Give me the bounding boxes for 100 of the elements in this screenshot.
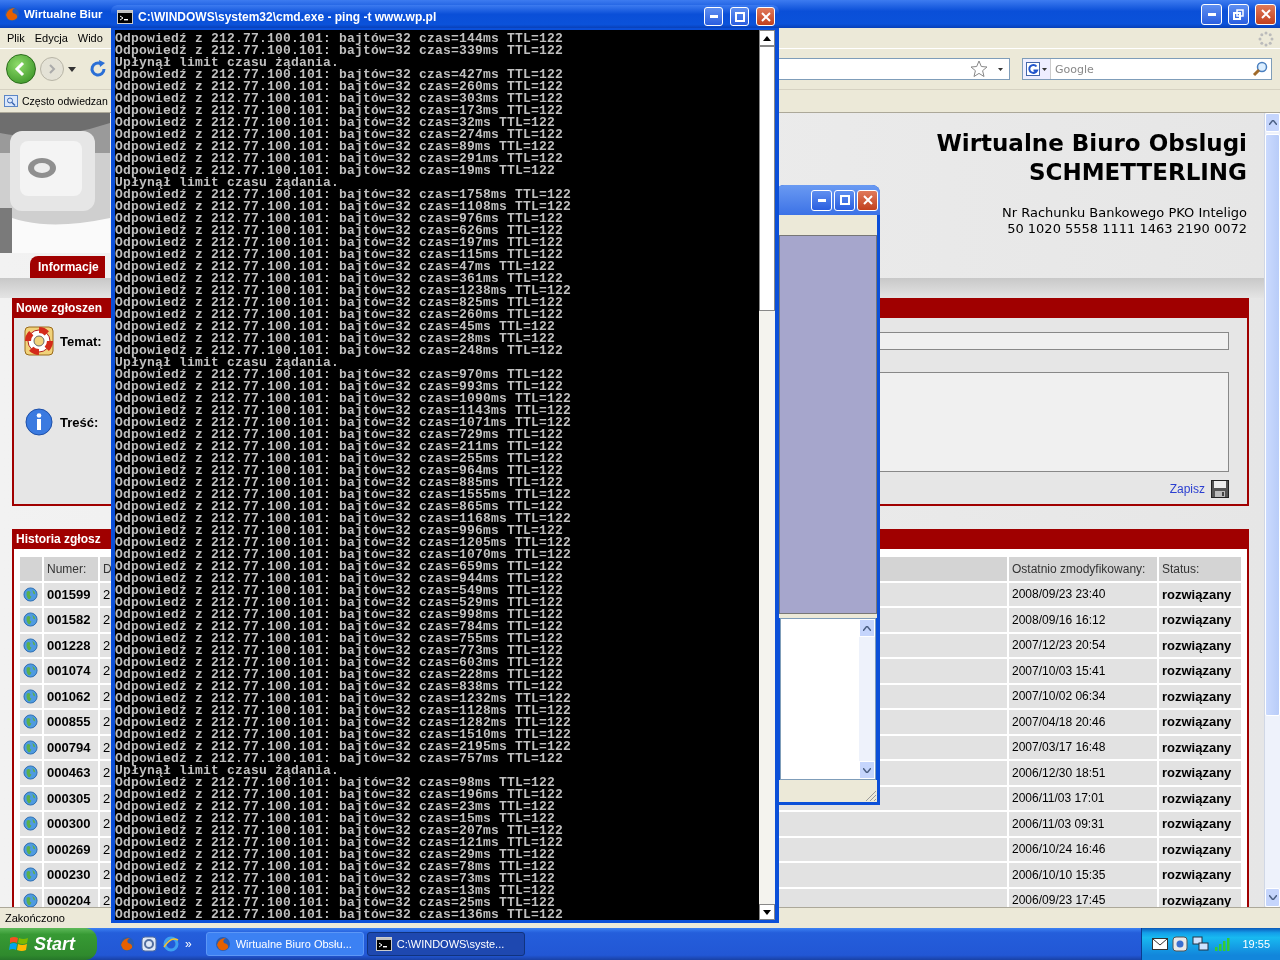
taskbar-button[interactable]: C:\WINDOWS\syste...	[366, 932, 525, 956]
globe-icon	[23, 892, 38, 907]
minimize-button[interactable]	[811, 189, 832, 211]
table-cell: 2006/11/03 09:31	[1009, 812, 1157, 836]
console-line: Odpowiedź z 212.77.100.101: bajtów=32 czas=144ms TTL=122	[115, 33, 565, 45]
console-line: Upłynął limit czasu żądania.	[115, 177, 340, 189]
reload-icon[interactable]	[88, 59, 108, 79]
close-icon	[760, 11, 771, 22]
table-cell: 000855	[44, 710, 98, 734]
console-line: Upłynął limit czasu żądania.	[115, 57, 340, 69]
maximize-button[interactable]	[1228, 3, 1249, 25]
tab[interactable]: Informacje	[30, 256, 105, 278]
dropdown-arrow-icon[interactable]	[1042, 67, 1047, 71]
table-cell: 2006/12/30 18:51	[1009, 761, 1157, 785]
site-subtitle: SCHMETTERLING	[1029, 158, 1247, 187]
search-field[interactable]: Google	[1051, 61, 1252, 77]
back-button[interactable]	[6, 54, 36, 84]
menu-item[interactable]: Edycja	[34, 32, 68, 44]
tray-app-icon[interactable]	[1172, 936, 1189, 952]
star-icon[interactable]	[970, 60, 988, 78]
status-text: Zakończono	[5, 912, 65, 924]
windows-flag-icon	[9, 935, 29, 953]
address-field[interactable]	[776, 58, 1010, 80]
dropdown-arrow-icon[interactable]	[68, 66, 76, 72]
close-button[interactable]	[1255, 3, 1276, 25]
browser-icon[interactable]	[163, 936, 179, 952]
maximize-icon	[734, 11, 745, 22]
close-button[interactable]	[857, 189, 878, 211]
maximize-button[interactable]	[834, 189, 855, 211]
start-button[interactable]: Start	[0, 928, 97, 960]
text-area[interactable]	[879, 372, 1229, 472]
column-header: Numer:	[44, 557, 98, 581]
network-icon[interactable]	[1192, 936, 1211, 952]
menu-item[interactable]: Plik	[7, 32, 25, 44]
table-cell: 2008/09/16 16:12	[1009, 608, 1157, 632]
console-line: Odpowiedź z 212.77.100.101: bajtów=32 czas=13ms TTL=122	[115, 885, 557, 897]
console-line: Odpowiedź z 212.77.100.101: bajtów=32 czas=865ms TTL=122	[115, 501, 564, 513]
table-cell: 2007/03/17 16:48	[1009, 735, 1157, 759]
console-line: Odpowiedź z 212.77.100.101: bajtów=32 czas=1168ms TTL=122	[115, 513, 573, 525]
console-icon	[375, 937, 392, 951]
console-line: Odpowiedź z 212.77.100.101: bajtów=32 czas=427ms TTL=122	[115, 69, 565, 81]
minimize-icon	[709, 15, 718, 18]
console-line: Odpowiedź z 212.77.100.101: bajtów=32 czas=626ms TTL=122	[115, 225, 565, 237]
console-line: Odpowiedź z 212.77.100.101: bajtów=32 czas=136ms TTL=122	[115, 909, 565, 920]
minimize-icon	[1207, 12, 1216, 16]
scroll-arrow-button[interactable]	[759, 30, 775, 46]
resize-grip-icon[interactable]	[865, 790, 877, 802]
console-line: Odpowiedź z 212.77.100.101: bajtów=32 czas=28ms TTL=122	[115, 333, 556, 345]
console-line: Odpowiedź z 212.77.100.101: bajtów=32 czas=248ms TTL=122	[115, 345, 565, 357]
taskbar-button[interactable]: Wirtualne Biuro Obsłu...	[205, 932, 364, 956]
table-cell: 000305	[44, 786, 98, 810]
table-cell: 000794	[44, 735, 98, 759]
lifebuoy-icon	[24, 326, 54, 356]
search-icon[interactable]	[1252, 61, 1268, 77]
console-line: Odpowiedź z 212.77.100.101: bajtów=32 czas=211ms TTL=122	[115, 441, 565, 453]
console-line: Odpowiedź z 212.77.100.101: bajtów=32 czas=45ms TTL=122	[115, 321, 557, 333]
fox-globe-icon	[4, 6, 20, 22]
console-line: Odpowiedź z 212.77.100.101: bajtów=32 czas=1238ms TTL=122	[115, 285, 573, 297]
dropdown-arrow-icon[interactable]	[998, 67, 1003, 71]
field-label: Temat:	[60, 333, 102, 349]
console-line: Odpowiedź z 212.77.100.101: bajtów=32 czas=1108ms TTL=122	[115, 201, 573, 213]
window-title: C:\WINDOWS\system32\cmd.exe - ping -t www.wp.pl	[138, 9, 438, 24]
console-line: Odpowiedź z 212.77.100.101: bajtów=32 czas=729ms TTL=122	[115, 429, 565, 441]
table-cell: 2007/12/23 20:54	[1009, 633, 1157, 657]
scrollbar[interactable]	[759, 30, 775, 920]
scroll-arrow-icon	[763, 35, 771, 41]
app-icon[interactable]	[141, 936, 157, 952]
close-button[interactable]	[756, 7, 775, 26]
scroll-arrow-icon	[763, 909, 771, 915]
console-line: Odpowiedź z 212.77.100.101: bajtów=32 czas=303ms TTL=122	[115, 93, 565, 105]
table-cell: 000269	[44, 837, 98, 861]
table-header-cell	[20, 557, 42, 581]
console-line: Odpowiedź z 212.77.100.101: bajtów=32 czas=197ms TTL=122	[115, 237, 565, 249]
maximize-button[interactable]	[730, 7, 749, 26]
console-line: Odpowiedź z 212.77.100.101: bajtów=32 czas=19ms TTL=122	[115, 165, 557, 177]
table-cell: 2008/09/23 23:40	[1009, 582, 1157, 606]
overflow-button[interactable]: »	[185, 937, 192, 951]
envelope-icon[interactable]	[1152, 937, 1169, 951]
save-link[interactable]: Zapisz	[1169, 482, 1205, 496]
console-line: Odpowiedź z 212.77.100.101: bajtów=32 czas=1555ms TTL=122	[115, 489, 573, 501]
console-line: Odpowiedź z 212.77.100.101: bajtów=32 czas=47ms TTL=122	[115, 261, 556, 273]
minimize-button[interactable]	[704, 7, 723, 26]
minimize-button[interactable]	[1201, 3, 1222, 25]
table-cell: rozwiązany	[1159, 786, 1241, 810]
text-area[interactable]	[780, 618, 876, 780]
account-label: Nr Rachunku Bankowego PKO Inteligo	[1002, 205, 1247, 221]
search-bar[interactable]: Google	[1022, 58, 1272, 80]
table-cell: 000230	[44, 863, 98, 887]
table-cell: rozwiązany	[1159, 863, 1241, 887]
bookmark-folder-icon	[4, 94, 18, 108]
input-field[interactable]	[879, 332, 1229, 350]
table-cell: rozwiązany	[1159, 888, 1241, 907]
scroll-arrow-button[interactable]	[759, 904, 775, 920]
menu-item[interactable]: Wido	[77, 32, 103, 44]
field-label: Treść:	[60, 414, 99, 430]
console-line: Odpowiedź z 212.77.100.101: bajtów=32 czas=885ms TTL=122	[115, 477, 564, 489]
bookmark-item[interactable]: Często odwiedzan	[22, 95, 108, 107]
console-line: Odpowiedź z 212.77.100.101: bajtów=32 czas=260ms TTL=122	[115, 81, 565, 93]
search-engine-button[interactable]	[1023, 59, 1051, 79]
info-icon	[24, 407, 54, 437]
